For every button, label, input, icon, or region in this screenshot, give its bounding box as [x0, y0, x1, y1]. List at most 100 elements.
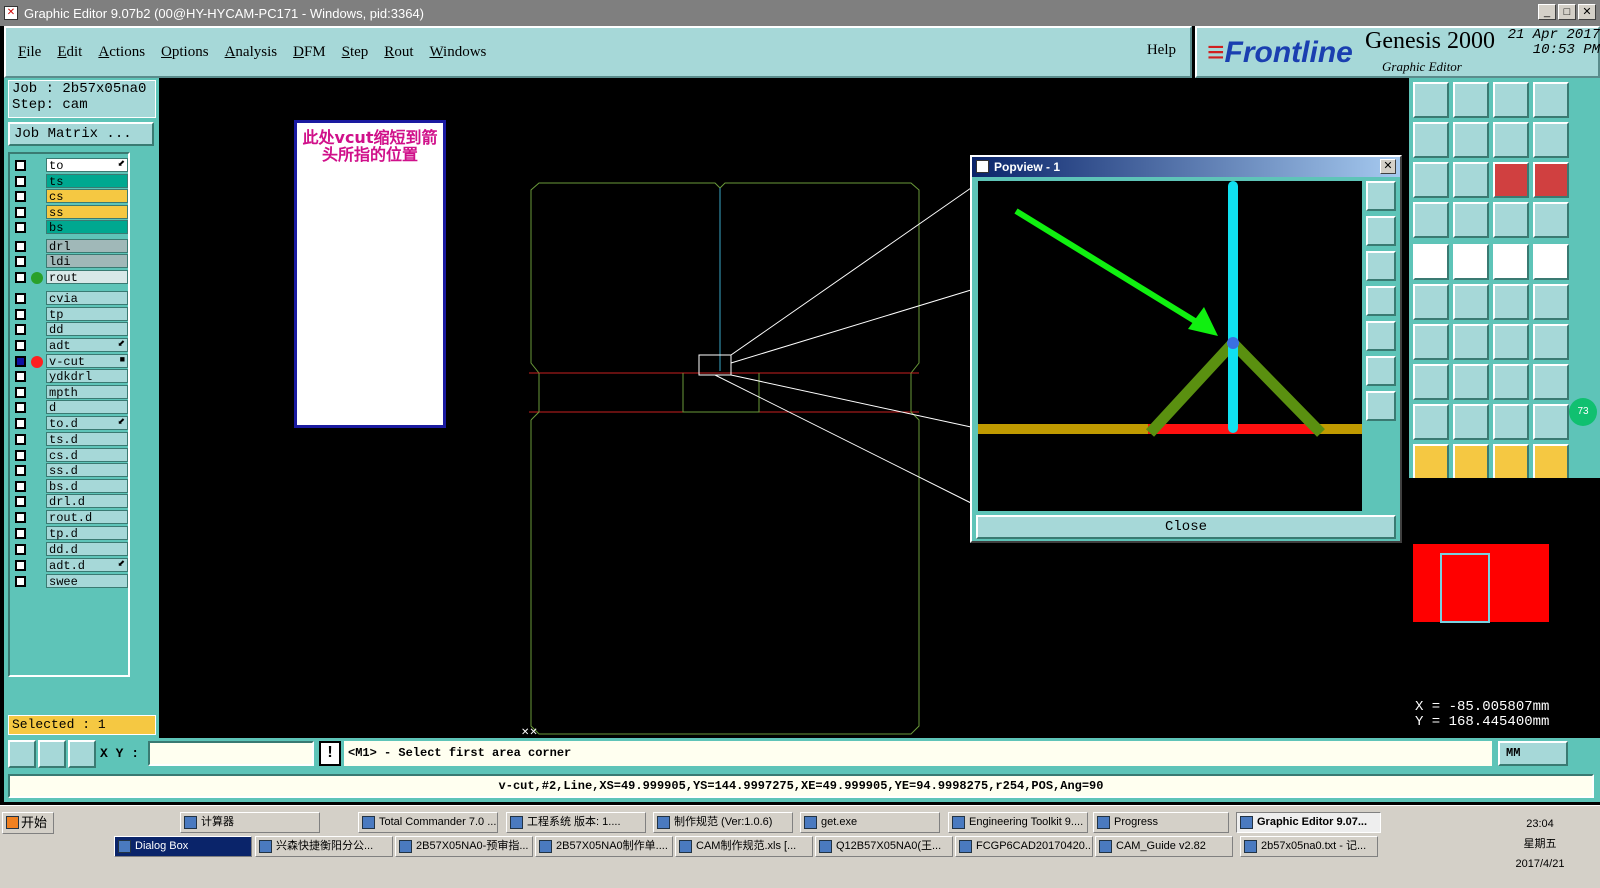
job-matrix-button[interactable]: Job Matrix ... [8, 122, 154, 146]
drill-tool-icon[interactable] [1493, 202, 1529, 238]
taskbar-item[interactable]: Engineering Toolkit 9.... [948, 812, 1088, 833]
copy-tool-icon[interactable] [1533, 244, 1569, 280]
prev-view-tool-icon[interactable] [1413, 122, 1449, 158]
menu-analysis[interactable]: Analysis [225, 44, 278, 61]
layer-name[interactable]: ldi [46, 254, 128, 269]
layer-row-adt[interactable]: adt ⬋ [12, 338, 128, 353]
layer-checkbox[interactable] [15, 528, 26, 539]
layer-checkbox[interactable] [15, 544, 26, 555]
layer-checkbox[interactable] [15, 160, 26, 171]
layer-row-cs.d[interactable]: cs.d [12, 448, 128, 463]
layer-name[interactable]: v-cut [46, 354, 128, 369]
layer-name[interactable]: rout.d [46, 510, 128, 525]
poly-tool-icon[interactable] [1453, 364, 1489, 400]
layer-checkbox[interactable] [15, 324, 26, 335]
layer-checkbox[interactable] [15, 481, 26, 492]
layer-row-ss.d[interactable]: ss.d [12, 463, 128, 478]
layer-checkbox[interactable] [15, 450, 26, 461]
layer-row-dd[interactable]: dd [12, 322, 128, 337]
undo-tool-icon[interactable] [1493, 364, 1529, 400]
layer-name[interactable]: swee [46, 574, 128, 589]
units-selector[interactable]: MM [1498, 741, 1568, 766]
popview-close-button[interactable]: Close [976, 515, 1396, 539]
attr-tool-icon[interactable] [1493, 444, 1529, 480]
layer-name[interactable]: dd [46, 322, 128, 337]
layer-row-ydkdrl[interactable]: ydkdrl [12, 369, 128, 384]
layer-name[interactable]: cvia [46, 291, 128, 306]
menu-help[interactable]: Help [1147, 42, 1176, 59]
taskbar-item[interactable]: 兴森快捷衡阳分公... [255, 836, 393, 857]
layer-checkbox[interactable] [15, 576, 26, 587]
menu-edit[interactable]: Edit [57, 44, 82, 61]
taskbar-item[interactable]: CAM制作规范.xls [... [675, 836, 813, 857]
layer-name[interactable]: cs [46, 189, 128, 204]
layer-checkbox[interactable] [15, 293, 26, 304]
layer-name[interactable]: rout [46, 270, 128, 285]
add-tool-icon[interactable] [1413, 244, 1449, 280]
layer-row-dd.d[interactable]: dd.d [12, 542, 128, 557]
layer-checkbox[interactable] [15, 387, 26, 398]
one-to-one-tool-icon[interactable] [1493, 122, 1529, 158]
taskbar-item[interactable]: 工程系统 版本: 1.... [506, 812, 646, 833]
mirror-tool-icon[interactable] [1533, 324, 1569, 360]
flip-tool-icon[interactable] [1493, 324, 1529, 360]
minimap[interactable]: 73 [1409, 398, 1600, 696]
layer-row-to[interactable]: to ⬋ [12, 158, 128, 173]
layer-checkbox[interactable] [15, 222, 26, 233]
layer-checkbox[interactable] [15, 241, 26, 252]
query-tool-icon[interactable] [1533, 162, 1569, 198]
popview-titlebar[interactable]: Popview - 1 [972, 157, 1400, 177]
text-tool-icon[interactable] [1533, 284, 1569, 320]
layer-row-tp.d[interactable]: tp.d [12, 526, 128, 541]
resize-tool-icon[interactable] [1453, 404, 1489, 440]
layer-checkbox[interactable] [15, 418, 26, 429]
next-view-tool-icon[interactable] [1453, 122, 1489, 158]
contour-tool-icon[interactable] [1413, 404, 1449, 440]
area-tool-icon[interactable] [1413, 324, 1449, 360]
popview-tool-2[interactable] [1366, 216, 1396, 246]
menu-file[interactable]: File [18, 44, 41, 61]
layer-checkbox[interactable] [15, 356, 26, 367]
cut-tool-icon[interactable] [1453, 202, 1489, 238]
layer-checkbox[interactable] [15, 340, 26, 351]
taskbar-item[interactable]: Graphic Editor 9.07... [1236, 812, 1381, 833]
layer-row-bs[interactable]: bs [12, 220, 128, 235]
layer-row-drl[interactable]: drl [12, 239, 128, 254]
start-button[interactable]: 开始 [2, 812, 54, 834]
snap-tool-icon[interactable] [1453, 324, 1489, 360]
layer-row-adt.d[interactable]: adt.d ⬋ [12, 558, 128, 573]
menu-actions[interactable]: Actions [98, 44, 145, 61]
window-tool-icon[interactable] [1533, 82, 1569, 118]
layer-checkbox[interactable] [15, 402, 26, 413]
alert-button[interactable]: ! [319, 741, 341, 766]
layer-row-tp[interactable]: tp [12, 307, 128, 322]
layer-checkbox[interactable] [15, 465, 26, 476]
layer-row-ldi[interactable]: ldi [12, 254, 128, 269]
layer-row-d[interactable]: d [12, 400, 128, 415]
taskbar-item[interactable]: 2B57X05NA0制作单.... [535, 836, 673, 857]
layer-name[interactable]: drl.d [46, 494, 128, 509]
layer-name[interactable]: ydkdrl [46, 369, 128, 384]
layer-down-tool-icon[interactable] [1453, 82, 1489, 118]
route-tool-icon[interactable] [1533, 444, 1569, 480]
layer-name[interactable]: ss [46, 205, 128, 220]
drc-tool-icon[interactable] [1493, 404, 1529, 440]
taskbar-item[interactable]: Progress [1093, 812, 1229, 833]
layer-name[interactable]: ts.d [46, 432, 128, 447]
layer-row-to.d[interactable]: to.d ⬋ [12, 416, 128, 431]
taskbar-item[interactable]: FCGP6CAD20170420... [955, 836, 1093, 857]
close-button[interactable]: ✕ [1578, 4, 1596, 20]
layer-checkbox[interactable] [15, 272, 26, 283]
layer-checkbox[interactable] [15, 512, 26, 523]
home-tool-icon[interactable] [1493, 82, 1529, 118]
popview-tool-3[interactable] [1366, 251, 1396, 281]
popview-tool-4[interactable] [1366, 286, 1396, 316]
select-tool-icon[interactable] [1413, 202, 1449, 238]
taskbar-item[interactable]: Q12B57X05NA0(王... [815, 836, 953, 857]
layer-name[interactable]: drl [46, 239, 128, 254]
layer-row-ts[interactable]: ts [12, 173, 128, 189]
layer-name[interactable]: dd.d [46, 542, 128, 557]
layer-name[interactable]: to.d [46, 416, 128, 431]
popview-tool-5[interactable] [1366, 321, 1396, 351]
layer-name[interactable]: ts [46, 173, 128, 189]
